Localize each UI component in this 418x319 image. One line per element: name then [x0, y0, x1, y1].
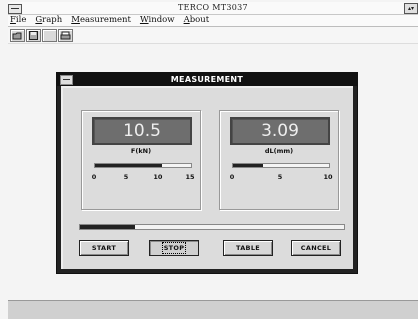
stop-button[interactable]: STOP: [149, 240, 199, 256]
cancel-button[interactable]: CANCEL: [291, 240, 341, 256]
displacement-tick: 0: [229, 173, 235, 181]
app-title-bar: TERCO MT3037 ▴▾: [8, 2, 418, 15]
force-tick: 15: [185, 173, 195, 181]
displacement-readout: 3.09: [230, 117, 330, 145]
displacement-tick: 5: [277, 173, 283, 181]
force-gauge: [94, 163, 192, 168]
restore-button[interactable]: ▴▾: [404, 3, 418, 14]
force-readout: 10.5: [92, 117, 192, 145]
start-button-label: START: [91, 244, 117, 252]
displacement-gauge-fill: [233, 164, 263, 167]
dialog-title: MEASUREMENT: [170, 75, 244, 84]
menu-about[interactable]: About: [184, 15, 210, 26]
menu-graph[interactable]: Graph: [35, 15, 62, 26]
force-unit-label: F(kN): [130, 147, 152, 155]
force-tick: 0: [91, 173, 97, 181]
displacement-scale: 0 5 10: [229, 173, 333, 183]
displacement-tick: 10: [323, 173, 333, 181]
force-tick: 10: [153, 173, 163, 181]
measurement-dialog: MEASUREMENT 10.5 F(kN) 0 5 10 15 3.09 dL…: [56, 72, 358, 274]
save-disk-icon[interactable]: [26, 29, 41, 42]
force-scale: 0 5 10 15: [91, 173, 195, 183]
measurement-progress-bar: [79, 224, 345, 230]
dialog-title-bar: MEASUREMENT: [57, 73, 357, 86]
app-title: TERCO MT3037: [178, 3, 248, 12]
force-gauge-fill: [95, 164, 163, 167]
table-button[interactable]: TABLE: [223, 240, 273, 256]
menu-window[interactable]: Window: [140, 15, 175, 26]
progress-fill: [80, 225, 136, 229]
force-panel: 10.5 F(kN) 0 5 10 15: [81, 110, 201, 210]
table-button-label: TABLE: [236, 244, 260, 252]
force-tick: 5: [123, 173, 129, 181]
menu-bar: File Graph Measurement Window About: [8, 15, 418, 27]
status-bar: [8, 300, 418, 319]
displacement-panel: 3.09 dL(mm) 0 5 10: [219, 110, 339, 210]
menu-file[interactable]: File: [10, 15, 26, 26]
cancel-button-label: CANCEL: [300, 244, 332, 252]
stop-button-label: STOP: [161, 242, 187, 254]
blank-toolbar-icon[interactable]: [42, 29, 57, 42]
displacement-unit-label: dL(mm): [264, 147, 294, 155]
toolbar: [8, 27, 418, 44]
open-folder-icon[interactable]: [10, 29, 25, 42]
displacement-gauge: [232, 163, 330, 168]
dialog-body: 10.5 F(kN) 0 5 10 15 3.09 dL(mm) 0 5 10: [61, 86, 353, 269]
start-button[interactable]: START: [79, 240, 129, 256]
print-icon[interactable]: [58, 29, 73, 42]
menu-measurement[interactable]: Measurement: [71, 15, 131, 26]
